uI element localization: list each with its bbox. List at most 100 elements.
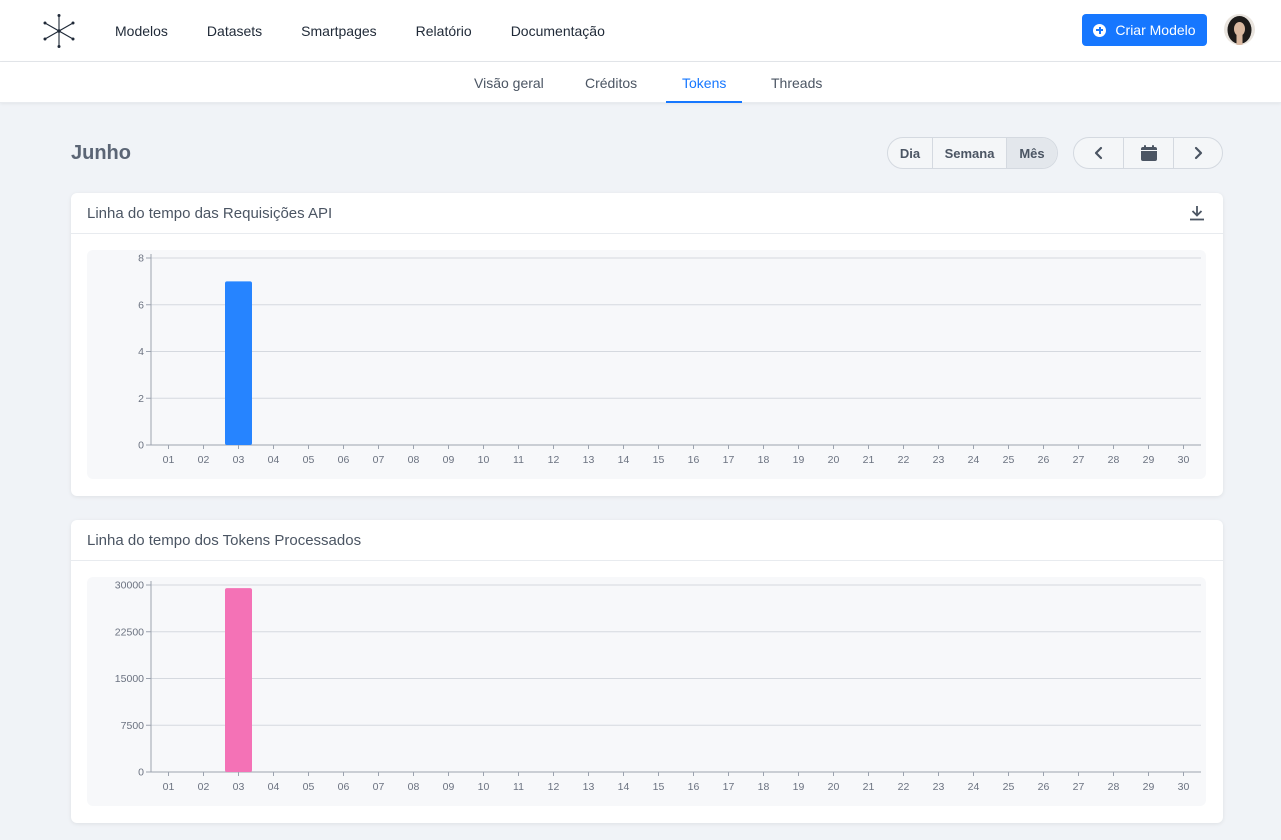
tab-visao-geral[interactable]: Visão geral	[474, 62, 544, 103]
y-tick-label: 7500	[121, 720, 145, 732]
x-tick-label: 26	[1038, 454, 1050, 466]
x-tick-label: 14	[618, 781, 630, 793]
period-selector: Dia Semana Mês	[887, 137, 1058, 169]
x-tick-label: 13	[583, 454, 595, 466]
y-tick-label: 0	[138, 440, 144, 452]
requests-chart-card: Linha do tempo das Requisições API 02468…	[71, 193, 1223, 496]
tab-threads[interactable]: Threads	[771, 62, 822, 103]
tab-tokens[interactable]: Tokens	[665, 62, 743, 103]
x-tick-label: 05	[303, 781, 315, 793]
x-tick-label: 24	[968, 781, 980, 793]
x-tick-label: 19	[793, 781, 805, 793]
x-tick-label: 13	[583, 781, 595, 793]
x-tick-label: 21	[863, 454, 875, 466]
x-tick-label: 04	[268, 781, 280, 793]
x-tick-label: 12	[548, 781, 560, 793]
x-tick-label: 09	[443, 454, 455, 466]
x-tick-label: 12	[548, 454, 560, 466]
x-tick-label: 06	[338, 781, 350, 793]
x-tick-label: 27	[1073, 454, 1085, 466]
bar	[225, 588, 252, 772]
x-tick-label: 17	[723, 454, 735, 466]
x-tick-label: 07	[373, 781, 385, 793]
y-tick-label: 30000	[115, 580, 144, 592]
bar	[225, 281, 252, 445]
x-tick-label: 25	[1003, 454, 1015, 466]
period-dia-button[interactable]: Dia	[888, 138, 933, 168]
x-tick-label: 30	[1178, 454, 1190, 466]
date-navigator	[1073, 137, 1223, 169]
x-tick-label: 22	[898, 781, 910, 793]
y-tick-label: 15000	[115, 673, 144, 685]
x-tick-label: 17	[723, 781, 735, 793]
x-tick-label: 15	[653, 781, 665, 793]
x-tick-label: 16	[688, 781, 700, 793]
x-tick-label: 09	[443, 781, 455, 793]
x-tick-label: 21	[863, 781, 875, 793]
x-tick-label: 29	[1143, 454, 1155, 466]
period-mes-button[interactable]: Mês	[1007, 138, 1057, 168]
x-tick-label: 06	[338, 454, 350, 466]
sub-tabs: Visão geral Créditos Tokens Threads	[0, 62, 1281, 103]
x-tick-label: 01	[163, 454, 175, 466]
x-tick-label: 03	[233, 781, 245, 793]
x-tick-label: 27	[1073, 781, 1085, 793]
next-button[interactable]	[1174, 138, 1222, 168]
x-tick-label: 10	[478, 781, 490, 793]
x-tick-label: 11	[513, 454, 524, 466]
x-tick-label: 18	[758, 454, 770, 466]
x-tick-label: 04	[268, 454, 280, 466]
y-tick-label: 0	[138, 767, 144, 779]
plus-circle-icon	[1093, 23, 1107, 37]
page-title: Junho	[71, 142, 131, 164]
x-tick-label: 14	[618, 454, 630, 466]
nav-smartpages[interactable]: Smartpages	[301, 23, 376, 39]
previous-button[interactable]	[1074, 138, 1124, 168]
y-tick-label: 2	[138, 393, 144, 405]
x-tick-label: 26	[1038, 781, 1050, 793]
x-tick-label: 02	[198, 454, 210, 466]
nav-datasets[interactable]: Datasets	[207, 23, 262, 39]
y-tick-label: 22500	[115, 626, 144, 638]
nav-relatorio[interactable]: Relatório	[416, 23, 472, 39]
logo-icon[interactable]	[42, 14, 76, 48]
requests-bar-chart: 0246801 02 03 04 05 06 07 08 09 10 11 12 13 14 15 16 17 1…	[138, 253, 1201, 466]
x-tick-label: 11	[513, 781, 524, 793]
create-model-label: Criar Modelo	[1115, 22, 1196, 38]
nav-modelos[interactable]: Modelos	[115, 23, 168, 39]
x-tick-label: 15	[653, 454, 665, 466]
x-tick-label: 30	[1178, 781, 1190, 793]
y-tick-label: 4	[138, 346, 144, 358]
tokens-chart-card: Linha do tempo dos Tokens Processados 07…	[71, 520, 1223, 823]
x-tick-label: 28	[1108, 781, 1120, 793]
y-tick-label: 6	[138, 299, 144, 311]
card-header: Linha do tempo das Requisições API	[71, 193, 1223, 234]
x-tick-label: 20	[828, 781, 840, 793]
x-tick-label: 02	[198, 781, 210, 793]
requests-chart-area: 0 2 4 6 8 01 02 03 04 05 06 07 08 09 10 11 12 13 14 15 16 17 1…	[87, 250, 1206, 479]
x-tick-label: 23	[933, 454, 945, 466]
calendar-button[interactable]	[1124, 138, 1174, 168]
create-model-button[interactable]: Criar Modelo	[1082, 14, 1207, 46]
x-tick-label: 18	[758, 781, 770, 793]
x-tick-label: 29	[1143, 781, 1155, 793]
x-tick-label: 24	[968, 454, 980, 466]
x-tick-label: 07	[373, 454, 385, 466]
tab-creditos[interactable]: Créditos	[585, 62, 637, 103]
x-tick-label: 03	[233, 454, 245, 466]
chevron-left-icon	[1094, 146, 1102, 160]
tokens-chart-area: 0 7500 15000 22500 30000 01 02 03 04 05 06 07 08 09 10…	[87, 577, 1206, 806]
chevron-right-icon	[1194, 146, 1203, 160]
avatar[interactable]	[1224, 14, 1255, 45]
tokens-bar-chart: 0 7500 15000 22500 30000 01 02 03 04 05 06 07 08 09 10…	[115, 580, 1201, 793]
download-icon[interactable]	[1188, 204, 1206, 222]
top-navbar: Modelos Datasets Smartpages Relatório Do…	[0, 0, 1281, 62]
card-title: Linha do tempo dos Tokens Processados	[87, 532, 362, 549]
nav-documentacao[interactable]: Documentação	[511, 23, 605, 39]
main-nav: Modelos Datasets Smartpages Relatório Do…	[115, 0, 644, 62]
x-tick-label: 08	[408, 781, 420, 793]
x-tick-label: 16	[688, 454, 700, 466]
period-semana-button[interactable]: Semana	[933, 138, 1007, 168]
x-tick-label: 10	[478, 454, 490, 466]
calendar-icon	[1140, 145, 1157, 161]
